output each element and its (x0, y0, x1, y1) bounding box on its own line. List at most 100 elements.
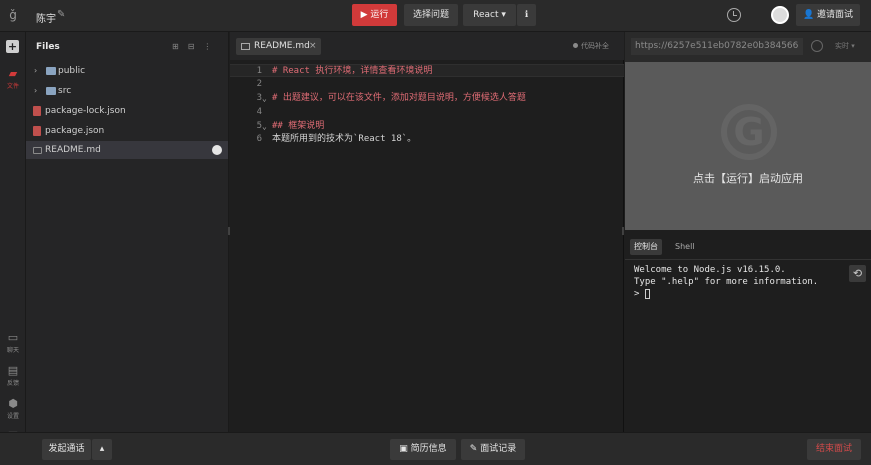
framework-select-label: React (473, 10, 499, 20)
tree-folder-public[interactable]: › public (26, 62, 228, 80)
rail-settings-label: 设置 (6, 413, 19, 420)
code-line[interactable]: 3 ⌄ # 出题建议，可以在该文件，添加对题目说明，方便候选人答题 (230, 92, 624, 105)
run-button[interactable]: ▶ 运行 (352, 4, 397, 26)
resume-info-button[interactable]: ▣ 简历信息 (390, 439, 456, 460)
tab-console[interactable]: 控制台 (630, 239, 662, 255)
run-button-label: 运行 (370, 10, 389, 20)
line-number: 6 (256, 134, 262, 144)
tab-shell[interactable]: Shell (671, 239, 699, 255)
folder-icon (46, 67, 56, 75)
invite-interview-button[interactable]: 👤 邀请面试 (796, 4, 860, 26)
feedback-icon: ▤ (7, 364, 19, 377)
preview-url-input[interactable]: https://6257e511eb0782e0b384566 (631, 38, 803, 55)
file-name: public (58, 66, 86, 76)
code-editor[interactable]: README.md × 代码补全 1 # React 执行环境，详情查看环境说明… (230, 32, 624, 432)
rail-item-files[interactable]: ▰ 文件 (0, 67, 26, 91)
line-number: 4 (256, 107, 262, 117)
toggle-dot-icon (573, 43, 578, 48)
framework-select[interactable]: React ▾ (463, 4, 516, 26)
code-line[interactable]: 2 (230, 78, 624, 91)
close-icon[interactable]: × (309, 38, 317, 55)
edit-note-icon: ✎ (469, 444, 481, 454)
new-folder-icon[interactable]: ⊟ (188, 42, 195, 51)
preview-pane: https://6257e511eb0782e0b384566 实时 ▾ G 点… (625, 32, 871, 432)
code-line[interactable]: 6 本题所用到的技术为`React 18`。 (230, 133, 624, 146)
framework-info-button[interactable]: ℹ (517, 4, 536, 26)
info-icon: ℹ (524, 10, 529, 20)
top-bar: ǧ 陈宇 ✎ ▶ 运行 选择问题 React ▾ ℹ 👤 邀请面试 (0, 0, 871, 32)
preview-placeholder: 点击【运行】启动应用 (693, 172, 803, 185)
code-complete-label: 代码补全 (581, 42, 609, 50)
tree-folder-src[interactable]: › src (26, 82, 228, 100)
code-text: # 出题建议，可以在该文件，添加对题目说明，方便候选人答题 (272, 93, 526, 103)
user-presence-icon (212, 145, 222, 155)
code-line[interactable]: 1 # React 执行环境，详情查看环境说明 (230, 64, 624, 77)
fold-chevron-icon[interactable]: ⌄ (262, 92, 267, 105)
app-preview[interactable]: G 点击【运行】启动应用 (625, 62, 871, 230)
file-name: src (58, 86, 72, 96)
rail-chat-label: 聊天 (6, 347, 19, 354)
end-interview-button[interactable]: 结束面试 (807, 439, 861, 460)
start-call-button[interactable]: 发起通话 (42, 439, 91, 460)
tree-file-readme[interactable]: README.md (26, 141, 228, 159)
add-icon[interactable]: + (6, 40, 19, 53)
interview-record-button[interactable]: ✎ 面试记录 (461, 439, 525, 460)
realtime-label: 实时 (835, 42, 849, 50)
refresh-icon[interactable] (811, 40, 823, 52)
avatar[interactable] (771, 6, 789, 24)
json-file-icon (33, 126, 41, 136)
code-text: ## 框架说明 (272, 121, 325, 131)
file-name: README.md (45, 145, 101, 155)
rail-item-settings[interactable]: ⬢ 设置 (0, 397, 26, 421)
watermark-logo-icon: G (721, 104, 777, 160)
user-icon: 👤 (802, 10, 818, 20)
explorer-toolbar: ⊞ ⊟ ⋮ (172, 42, 220, 51)
url-bar: https://6257e511eb0782e0b384566 实时 ▾ (625, 32, 871, 62)
console-prompt-line: > (634, 288, 844, 300)
console-output[interactable]: Welcome to Node.js v16.15.0. Type ".help… (634, 264, 844, 300)
pencil-icon[interactable]: ✎ (57, 9, 65, 20)
caret-down-icon: ▾ (501, 10, 506, 20)
realtime-toggle[interactable]: 实时 ▾ (835, 41, 855, 51)
new-file-icon[interactable]: ⊞ (172, 42, 179, 51)
code-text: 本题所用到的技术为`React 18`。 (272, 134, 417, 144)
json-file-icon (33, 106, 41, 116)
reset-icon: ⟲ (852, 267, 863, 280)
call-options-button[interactable]: ▴ (92, 439, 112, 460)
code-line[interactable]: 5 ⌄ ## 框架说明 (230, 120, 624, 133)
editor-tab-readme[interactable]: README.md × (236, 38, 321, 55)
code-text: # React 执行环境，详情查看环境说明 (272, 66, 433, 76)
console-line: Welcome to Node.js v16.15.0. (634, 265, 786, 275)
more-icon[interactable]: ⋮ (203, 42, 211, 51)
fold-chevron-icon[interactable]: ⌄ (262, 120, 267, 133)
line-number: 1 (256, 66, 262, 76)
activity-rail: + ▰ 文件 ▭ 聊天 ▤ 反馈 ⬢ 设置 (0, 32, 26, 432)
text-cursor-icon (644, 288, 650, 299)
tree-file-package[interactable]: package.json (26, 122, 228, 140)
file-name: package-lock.json (45, 106, 126, 116)
clock-icon[interactable] (727, 8, 741, 22)
console-reset-button[interactable]: ⟲ (849, 265, 866, 282)
rail-item-feedback[interactable]: ▤ 反馈 (0, 364, 26, 388)
gear-icon: ⬢ (8, 397, 18, 410)
caret-up-icon: ▴ (99, 444, 105, 454)
explorer-title: Files (36, 42, 60, 52)
code-line[interactable]: 4 (230, 106, 624, 119)
chevron-right-icon: › (34, 66, 38, 75)
rail-item-chat[interactable]: ▭ 聊天 (0, 332, 26, 355)
rail-files-label: 文件 (6, 83, 19, 90)
folder-icon: ▰ (8, 67, 18, 80)
document-icon: ▣ (399, 444, 411, 454)
bottom-bar: 发起通话 ▴ ▣ 简历信息 ✎ 面试记录 结束面试 (0, 432, 871, 465)
tree-file-package-lock[interactable]: package-lock.json (26, 102, 228, 120)
caret-down-icon: ▾ (849, 42, 855, 50)
markdown-file-icon (33, 147, 42, 154)
user-name: 陈宇 (36, 14, 56, 25)
code-complete-toggle[interactable]: 代码补全 (573, 41, 609, 51)
interview-record-label: 面试记录 (480, 444, 517, 454)
choose-question-button[interactable]: 选择问题 (404, 4, 458, 26)
editor-tab-bar: README.md × 代码补全 (230, 32, 624, 60)
console-tab-bar: 控制台 Shell (625, 234, 871, 260)
line-number: 2 (256, 79, 262, 89)
rail-feedback-label: 反馈 (6, 380, 19, 387)
